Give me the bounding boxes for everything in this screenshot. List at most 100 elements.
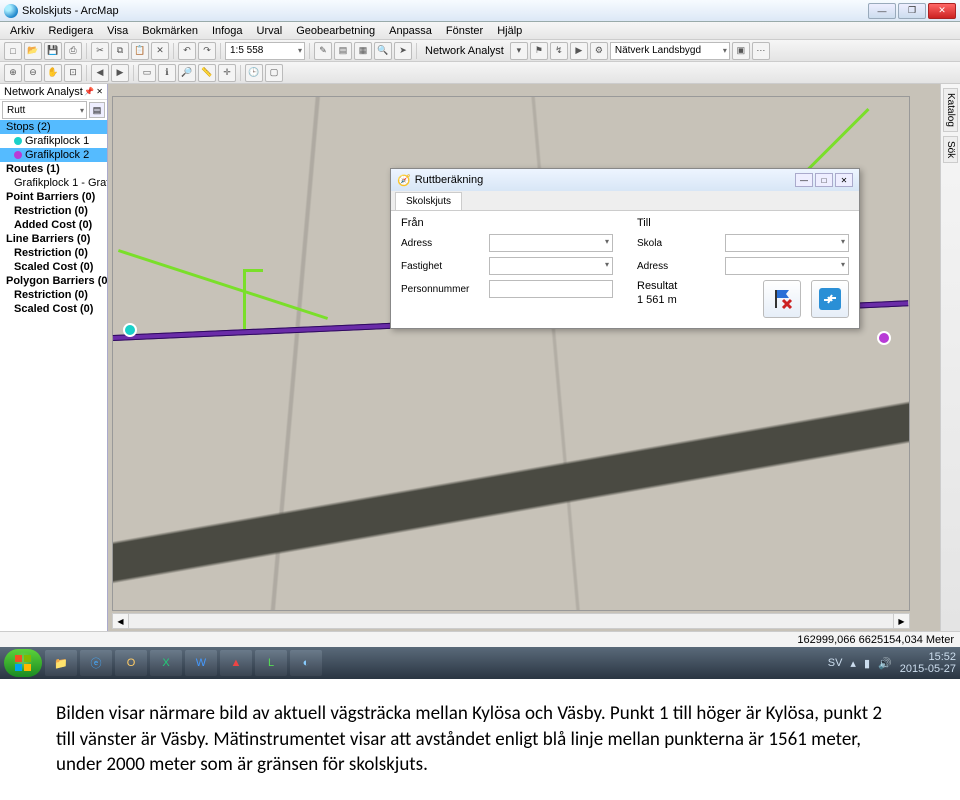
menu-urval[interactable]: Urval bbox=[251, 25, 289, 37]
na-tree[interactable]: Stops (2)Grafikplock 1Grafikplock 2Route… bbox=[0, 120, 107, 631]
minimize-button[interactable]: — bbox=[868, 3, 896, 19]
open-icon[interactable]: 📂 bbox=[24, 42, 42, 60]
next-extent-icon[interactable]: ▶ bbox=[111, 64, 129, 82]
scroll-right-icon[interactable]: ▶ bbox=[893, 614, 909, 628]
catalog-icon[interactable]: ▦ bbox=[354, 42, 372, 60]
from-adress-input[interactable] bbox=[489, 234, 613, 252]
solve-route-button[interactable] bbox=[811, 280, 849, 318]
na-extra-icon[interactable]: ⋯ bbox=[752, 42, 770, 60]
tree-item[interactable]: Grafikplock 2 bbox=[0, 148, 107, 162]
tab-katalog[interactable]: Katalog bbox=[943, 88, 958, 132]
delete-icon[interactable]: ✕ bbox=[151, 42, 169, 60]
cut-icon[interactable]: ✂ bbox=[91, 42, 109, 60]
menu-arkiv[interactable]: Arkiv bbox=[4, 25, 40, 37]
tray-network-icon[interactable]: ▮ bbox=[864, 657, 870, 670]
tree-item[interactable]: Grafikplock 1 - Graf bbox=[0, 176, 107, 190]
undo-icon[interactable]: ↶ bbox=[178, 42, 196, 60]
tree-item[interactable]: Polygon Barriers (0) bbox=[0, 274, 107, 288]
html-popup-icon[interactable]: ▢ bbox=[265, 64, 283, 82]
measure-icon[interactable]: 📏 bbox=[198, 64, 216, 82]
menu-visa[interactable]: Visa bbox=[101, 25, 134, 37]
float-maximize-button[interactable]: □ bbox=[815, 173, 833, 187]
h-scrollbar[interactable]: ◀ ▶ bbox=[112, 613, 910, 629]
print-icon[interactable]: ⎙ bbox=[64, 42, 82, 60]
na-route-icon[interactable]: ↯ bbox=[550, 42, 568, 60]
xy-icon[interactable]: ✛ bbox=[218, 64, 236, 82]
menu-hjalp[interactable]: Hjälp bbox=[491, 25, 528, 37]
pin-icon[interactable]: 📌 bbox=[84, 87, 94, 96]
tool-icon[interactable]: ✎ bbox=[314, 42, 332, 60]
menu-infoga[interactable]: Infoga bbox=[206, 25, 249, 37]
float-minimize-button[interactable]: — bbox=[795, 173, 813, 187]
clear-route-button[interactable] bbox=[763, 280, 801, 318]
tray-chevron-icon[interactable]: ▴ bbox=[850, 657, 856, 670]
task-arcmap[interactable]: ◐ bbox=[290, 650, 322, 676]
to-adress-input[interactable] bbox=[725, 257, 849, 275]
panel-props-icon[interactable]: ▤ bbox=[89, 102, 105, 118]
task-excel[interactable]: X bbox=[150, 650, 182, 676]
search-icon[interactable]: 🔍 bbox=[374, 42, 392, 60]
close-button[interactable]: ✕ bbox=[928, 3, 956, 19]
tree-item[interactable]: Grafikplock 1 bbox=[0, 134, 107, 148]
zoom-out-icon[interactable]: ⊖ bbox=[24, 64, 42, 82]
zoom-in-icon[interactable]: ⊕ bbox=[4, 64, 22, 82]
pan-icon[interactable]: ✋ bbox=[44, 64, 62, 82]
menu-fonster[interactable]: Fönster bbox=[440, 25, 489, 37]
map-view[interactable]: 🧭 Ruttberäkning — □ ✕ Skolskjuts Från Ad… bbox=[108, 84, 940, 631]
na-flag-icon[interactable]: ⚑ bbox=[530, 42, 548, 60]
copy-icon[interactable]: ⧉ bbox=[111, 42, 129, 60]
new-icon[interactable]: □ bbox=[4, 42, 22, 60]
tree-item[interactable]: Restriction (0) bbox=[0, 204, 107, 218]
scroll-left-icon[interactable]: ◀ bbox=[113, 614, 129, 628]
tray-sound-icon[interactable]: 🔊 bbox=[878, 657, 892, 670]
menu-anpassa[interactable]: Anpassa bbox=[383, 25, 438, 37]
redo-icon[interactable]: ↷ bbox=[198, 42, 216, 60]
menu-bokmarken[interactable]: Bokmärken bbox=[136, 25, 204, 37]
stop-point-2[interactable] bbox=[123, 323, 137, 337]
tree-item[interactable]: Point Barriers (0) bbox=[0, 190, 107, 204]
tree-item[interactable]: Scaled Cost (0) bbox=[0, 302, 107, 316]
full-extent-icon[interactable]: ⊡ bbox=[64, 64, 82, 82]
task-ie[interactable]: ⓔ bbox=[80, 650, 112, 676]
from-pnr-input[interactable] bbox=[489, 280, 613, 298]
panel-close-icon[interactable]: ✕ bbox=[96, 87, 103, 96]
na-options-icon[interactable]: ⚙ bbox=[590, 42, 608, 60]
identify-icon[interactable]: ℹ bbox=[158, 64, 176, 82]
scroll-track[interactable] bbox=[129, 614, 893, 628]
float-close-button[interactable]: ✕ bbox=[835, 173, 853, 187]
arrow-icon[interactable]: ➤ bbox=[394, 42, 412, 60]
save-icon[interactable]: 💾 bbox=[44, 42, 62, 60]
menu-geobearbetning[interactable]: Geobearbetning bbox=[290, 25, 381, 37]
na-solve-icon[interactable]: ▶ bbox=[570, 42, 588, 60]
tree-item[interactable]: Routes (1) bbox=[0, 162, 107, 176]
tree-item[interactable]: Stops (2) bbox=[0, 120, 107, 134]
na-build-icon[interactable]: ▣ bbox=[732, 42, 750, 60]
stop-point-1[interactable] bbox=[877, 331, 891, 345]
to-skola-input[interactable] bbox=[725, 234, 849, 252]
maximize-button[interactable]: ❐ bbox=[898, 3, 926, 19]
from-fastighet-input[interactable] bbox=[489, 257, 613, 275]
tree-item[interactable]: Scaled Cost (0) bbox=[0, 260, 107, 274]
task-pdf[interactable]: ▲ bbox=[220, 650, 252, 676]
na-network-dropdown[interactable]: Nätverk Landsbygd bbox=[610, 42, 730, 60]
task-lotus[interactable]: L bbox=[255, 650, 287, 676]
find-icon[interactable]: 🔎 bbox=[178, 64, 196, 82]
task-word[interactable]: W bbox=[185, 650, 217, 676]
prev-extent-icon[interactable]: ◀ bbox=[91, 64, 109, 82]
tree-item[interactable]: Added Cost (0) bbox=[0, 218, 107, 232]
na-chevron-icon[interactable]: ▾ bbox=[510, 42, 528, 60]
tree-item[interactable]: Line Barriers (0) bbox=[0, 232, 107, 246]
tab-skolskjuts[interactable]: Skolskjuts bbox=[395, 192, 462, 210]
tray-clock[interactable]: 15:52 2015-05-27 bbox=[900, 651, 956, 675]
task-explorer[interactable]: 📁 bbox=[45, 650, 77, 676]
layers-icon[interactable]: ▤ bbox=[334, 42, 352, 60]
select-icon[interactable]: ▭ bbox=[138, 64, 156, 82]
layer-dropdown[interactable]: Rutt bbox=[2, 101, 87, 119]
paste-icon[interactable]: 📋 bbox=[131, 42, 149, 60]
tree-item[interactable]: Restriction (0) bbox=[0, 288, 107, 302]
tray-lang[interactable]: SV bbox=[828, 657, 843, 669]
menu-redigera[interactable]: Redigera bbox=[42, 25, 99, 37]
time-icon[interactable]: 🕒 bbox=[245, 64, 263, 82]
tree-item[interactable]: Restriction (0) bbox=[0, 246, 107, 260]
task-outlook[interactable]: O bbox=[115, 650, 147, 676]
